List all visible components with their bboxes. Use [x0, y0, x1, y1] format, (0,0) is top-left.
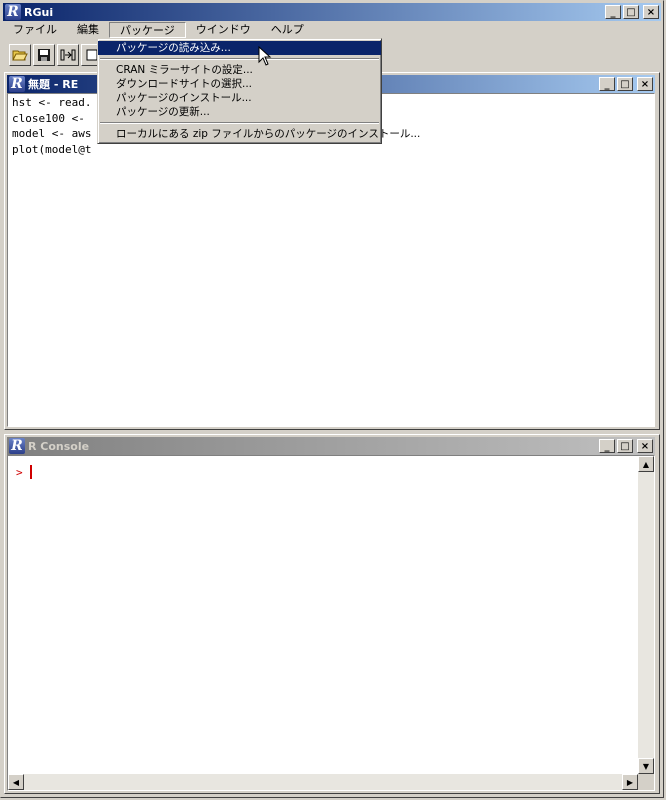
console-prompt: >	[16, 466, 23, 479]
menu-item-update-packages[interactable]: パッケージの更新...	[98, 105, 381, 119]
menu-item-install-packages[interactable]: パッケージのインストール...	[98, 91, 381, 105]
scroll-down-arrow-icon[interactable]: ▼	[638, 758, 654, 774]
console-titlebar[interactable]: R R Console _ □ ×	[7, 437, 655, 455]
editor-maximize-button[interactable]: □	[617, 77, 633, 91]
scroll-left-arrow-icon[interactable]: ◀	[8, 774, 24, 790]
editor-title: 無題 - RE	[28, 78, 79, 91]
console-area[interactable]: > ▲ ▼ ◀ ▶	[7, 455, 655, 791]
close-button[interactable]: ×	[643, 5, 659, 19]
scroll-up-arrow-icon[interactable]: ▲	[638, 456, 654, 472]
open-script-button[interactable]	[9, 44, 31, 66]
console-title: R Console	[28, 439, 90, 453]
app-title: RGui	[24, 5, 54, 19]
scroll-right-arrow-icon[interactable]: ▶	[622, 774, 638, 790]
menu-item-install-from-zip[interactable]: ローカルにある zip ファイルからのパッケージのインストール...	[98, 127, 420, 141]
r-logo-icon: R	[5, 4, 21, 20]
minimize-button[interactable]: _	[605, 5, 621, 19]
save-button[interactable]	[33, 44, 55, 66]
menu-file[interactable]: ファイル	[3, 22, 67, 38]
r-logo-icon: R	[9, 76, 25, 92]
editor-minimize-button[interactable]: _	[599, 77, 615, 91]
vertical-scrollbar[interactable]: ▲ ▼	[638, 456, 654, 774]
console-close-button[interactable]: ×	[637, 439, 653, 453]
open-icon	[12, 50, 28, 61]
packages-dropdown-menu: パッケージの読み込み... CRAN ミラーサイトの設定... ダウンロードサイ…	[97, 38, 420, 144]
menu-separator	[100, 58, 379, 60]
code-line: plot(model@t	[12, 142, 92, 156]
save-icon	[38, 49, 50, 61]
menu-bar: ファイル 編集 パッケージ ウインドウ ヘルプ	[3, 21, 661, 39]
app-titlebar[interactable]: R RGui _ □ ×	[3, 3, 661, 21]
menu-item-set-cran-mirror[interactable]: CRAN ミラーサイトの設定...	[98, 63, 381, 77]
menu-packages[interactable]: パッケージ	[109, 22, 186, 38]
mouse-pointer-icon	[258, 46, 272, 66]
scrollbar-corner	[638, 774, 654, 790]
horizontal-scrollbar[interactable]: ◀ ▶	[8, 774, 638, 790]
menu-edit[interactable]: 編集	[67, 22, 109, 38]
load-workspace-icon	[60, 49, 76, 61]
console-maximize-button[interactable]: □	[617, 439, 633, 453]
console-window: R R Console _ □ × > ▲ ▼ ◀ ▶	[4, 434, 660, 794]
menu-item-load-package[interactable]: パッケージの読み込み...	[98, 41, 381, 55]
r-logo-icon: R	[9, 438, 25, 454]
maximize-button[interactable]: □	[623, 5, 639, 19]
text-caret	[30, 465, 32, 479]
load-workspace-button[interactable]	[57, 44, 79, 66]
menu-separator	[100, 122, 379, 124]
editor-close-button[interactable]: ×	[637, 77, 653, 91]
menu-item-select-repositories[interactable]: ダウンロードサイトの選択...	[98, 77, 381, 91]
menu-window[interactable]: ウインドウ	[186, 22, 261, 38]
menu-help[interactable]: ヘルプ	[261, 22, 314, 38]
console-minimize-button[interactable]: _	[599, 439, 615, 453]
